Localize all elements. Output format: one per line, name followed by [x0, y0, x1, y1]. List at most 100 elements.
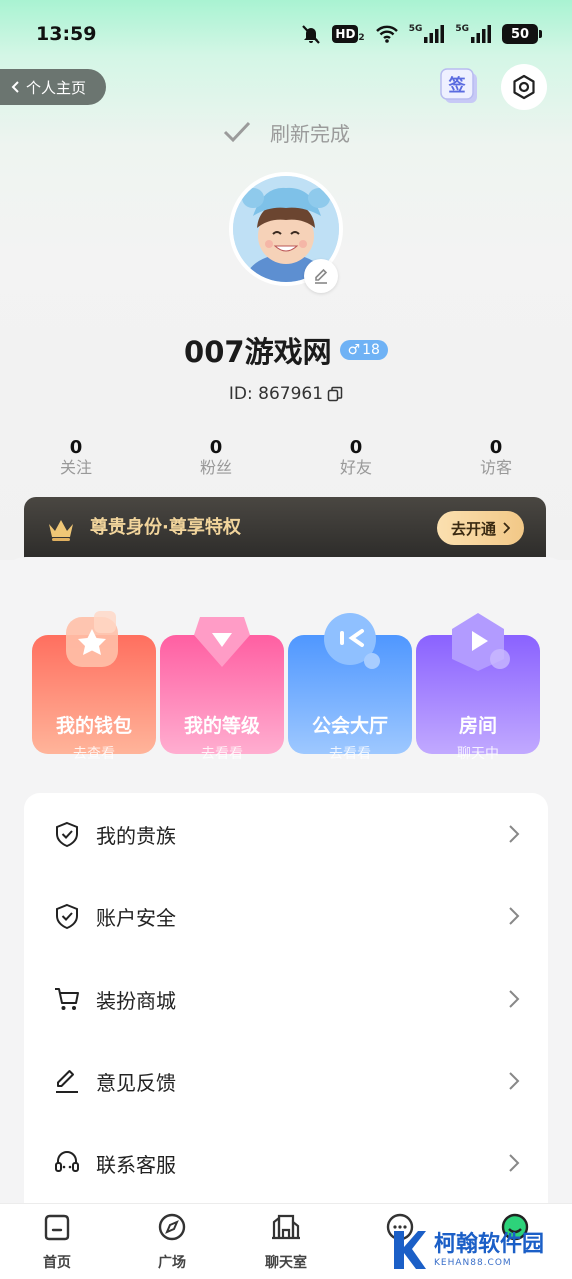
- sign-in-button[interactable]: 签: [438, 66, 482, 106]
- tile-subtitle: 去查看: [73, 746, 115, 762]
- chevron-right-icon: [509, 1154, 520, 1172]
- menu-label: 联系客服: [96, 1152, 176, 1177]
- menu-label: 我的贵族: [96, 823, 176, 848]
- watermark-sub: KEHAN88.COM: [434, 1258, 512, 1268]
- stat-value: 0: [69, 437, 83, 458]
- pencil-icon: [52, 1066, 82, 1096]
- stat-friends[interactable]: 0 好友: [286, 438, 426, 480]
- cart-icon: [52, 984, 82, 1014]
- gender-age-badge: ♂ 18: [339, 340, 388, 360]
- tile-subtitle: 去看看: [201, 746, 243, 762]
- tile-title: 我的钱包: [55, 715, 132, 737]
- sign-in-icon: 签: [440, 68, 477, 103]
- menu-item-customer-service[interactable]: 联系客服: [24, 1122, 548, 1204]
- hd-icon: HD 2: [332, 25, 365, 43]
- settings-icon: [513, 74, 535, 100]
- chevron-right-icon: [509, 907, 520, 925]
- shield-check-icon: [52, 901, 82, 931]
- stat-value: 0: [489, 437, 503, 458]
- svg-text:签: 签: [448, 75, 467, 96]
- tile-title: 房间: [458, 715, 497, 737]
- watermark: 柯翰软件园 KEHAN88.COM: [390, 1224, 566, 1276]
- signal-icon-2: 5G: [455, 24, 492, 44]
- star-icon: [66, 611, 118, 667]
- tab-plaza[interactable]: 广场: [132, 1210, 212, 1272]
- menu-item-account-security[interactable]: 账户安全: [24, 875, 548, 957]
- building-icon: [272, 1214, 300, 1240]
- vip-banner[interactable]: 尊贵身份·尊享特权 去开通: [24, 497, 546, 561]
- chevron-left-icon: [11, 81, 19, 93]
- level-badge-icon: [194, 617, 250, 667]
- stat-fans[interactable]: 0 粉丝: [146, 438, 286, 480]
- stats-row: 0 关注 0 粉丝 0 好友 0 访客: [6, 438, 566, 480]
- tile-level[interactable]: 我的等级 去看看: [160, 617, 284, 762]
- tile-room[interactable]: 房间 聊天中: [416, 613, 540, 762]
- settings-button[interactable]: [501, 64, 547, 110]
- status-time: 13:59: [36, 23, 97, 45]
- menu-label: 意见反馈: [96, 1070, 176, 1095]
- stat-label: 好友: [339, 458, 372, 477]
- refresh-status: 刷新完成: [0, 112, 572, 152]
- wifi-icon: [375, 25, 398, 43]
- tab-label: 广场: [158, 1255, 186, 1271]
- user-id-row: ID: 867961: [0, 381, 572, 407]
- menu-label: 账户安全: [96, 905, 176, 930]
- watermark-title: 柯翰软件园: [434, 1232, 545, 1257]
- back-button[interactable]: 个人主页: [0, 69, 106, 105]
- signal-icon-1: 5G: [409, 24, 446, 44]
- stat-label: 访客: [479, 458, 512, 477]
- headset-icon: [52, 1148, 82, 1178]
- feature-tiles: 我的钱包 去查看 我的等级 去看看 公会大厅 去看看 房间 聊天中: [32, 611, 542, 762]
- vip-activate-button[interactable]: 去开通: [436, 511, 524, 545]
- tile-title: 公会大厅: [311, 715, 388, 737]
- copy-icon[interactable]: [327, 386, 343, 402]
- refresh-text: 刷新完成: [270, 121, 350, 146]
- username: 007游戏网: [184, 335, 332, 369]
- chevron-right-icon: [509, 990, 520, 1008]
- mute-bell-icon: [302, 25, 321, 44]
- name-row: 007游戏网 ♂ 18: [0, 330, 572, 370]
- stat-following[interactable]: 0 关注: [6, 438, 146, 480]
- pencil-icon: [315, 268, 328, 284]
- user-id: ID: 867961: [228, 384, 324, 404]
- tile-guild-hall[interactable]: 公会大厅 去看看: [288, 613, 412, 762]
- menu-list: 我的贵族 账户安全 装扮商城 意见反馈 联系客服: [24, 793, 548, 1223]
- stat-value: 0: [209, 437, 223, 458]
- age-value: 18: [362, 342, 380, 358]
- chevron-right-icon: [509, 1072, 520, 1090]
- chevron-right-icon: [509, 825, 520, 843]
- tab-home[interactable]: 首页: [17, 1210, 97, 1272]
- status-bar: 13:59 HD 2 5G 5G 50: [0, 0, 572, 68]
- chat-bubble-icon: [324, 613, 380, 669]
- menu-item-nobility[interactable]: 我的贵族: [24, 793, 548, 875]
- tile-subtitle: 去看看: [329, 746, 371, 762]
- vip-button-label: 去开通: [450, 519, 496, 538]
- back-label: 个人主页: [26, 78, 87, 97]
- stat-value: 0: [349, 437, 363, 458]
- watermark-logo: [394, 1231, 426, 1269]
- compass-icon: [158, 1213, 186, 1241]
- play-icon: [452, 613, 510, 671]
- stat-label: 粉丝: [199, 458, 232, 477]
- tile-subtitle: 聊天中: [457, 746, 499, 762]
- stat-visitors[interactable]: 0 访客: [426, 438, 566, 480]
- tab-chatroom[interactable]: 聊天室: [246, 1210, 326, 1272]
- battery-icon: 50: [502, 24, 542, 44]
- menu-item-dress-up-mall[interactable]: 装扮商城: [24, 958, 548, 1040]
- male-icon: ♂: [347, 342, 361, 358]
- home-icon: [44, 1214, 70, 1241]
- menu-item-feedback[interactable]: 意见反馈: [24, 1040, 548, 1122]
- menu-label: 装扮商城: [96, 988, 176, 1013]
- chevron-right-icon: [503, 522, 510, 534]
- shield-check-icon: [52, 819, 82, 849]
- stat-label: 关注: [59, 458, 92, 477]
- status-icons: HD 2 5G 5G 50: [300, 23, 542, 45]
- vip-text: 尊贵身份·尊享特权: [90, 517, 241, 538]
- edit-avatar-button[interactable]: [304, 259, 338, 293]
- crown-icon: [49, 520, 73, 541]
- tile-title: 我的等级: [183, 715, 260, 737]
- check-icon: [223, 121, 251, 143]
- tile-wallet[interactable]: 我的钱包 去查看: [32, 611, 156, 762]
- tab-label: 聊天室: [265, 1255, 307, 1271]
- tab-label: 首页: [43, 1255, 71, 1271]
